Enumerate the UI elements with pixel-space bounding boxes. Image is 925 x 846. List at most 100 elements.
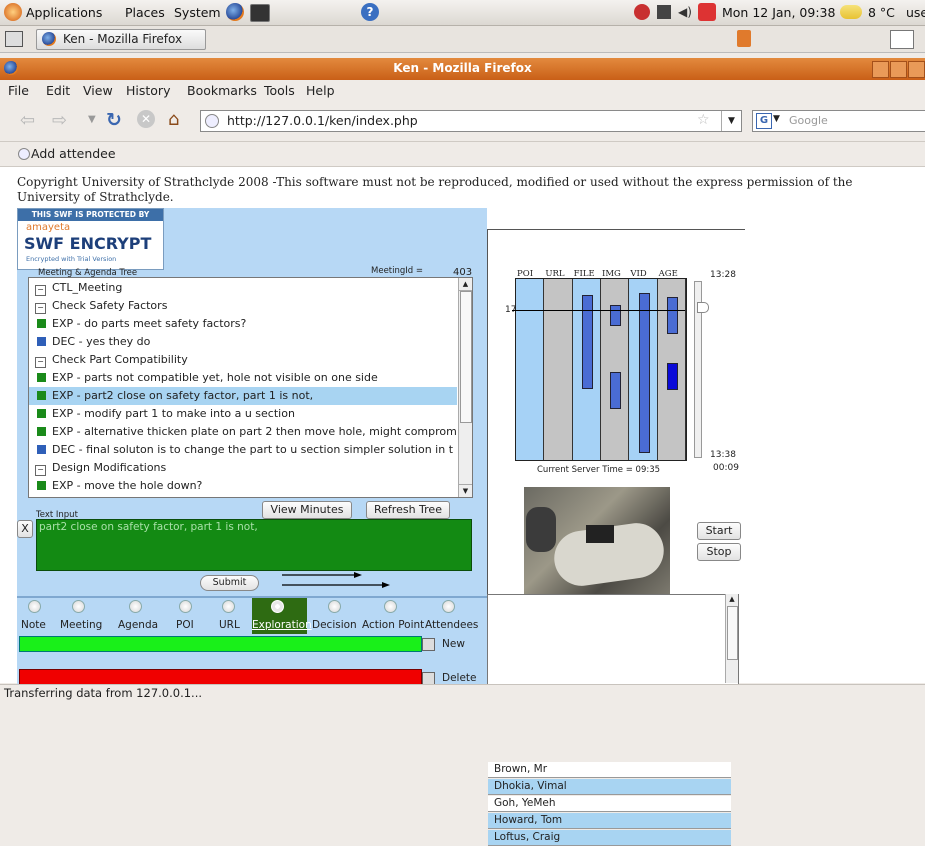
menu-tools[interactable]: Tools [264, 83, 295, 98]
video-start-button[interactable]: Start [697, 522, 741, 540]
menu-applications[interactable]: Applications [26, 5, 102, 20]
bookmark-star-icon[interactable]: ☆ [697, 112, 710, 128]
clear-text-button[interactable]: X [17, 520, 33, 538]
timeline-event-bar[interactable] [666, 363, 678, 390]
url-text[interactable]: http://127.0.0.1/ken/index.php [227, 113, 418, 128]
menu-view[interactable]: View [83, 83, 113, 98]
radio-agenda[interactable] [129, 600, 142, 613]
attendee-row[interactable]: Loftus, Craig [488, 830, 731, 846]
attendees-scrollbar[interactable]: ▲ [725, 594, 738, 683]
delete-bar[interactable] [19, 669, 422, 685]
terminal-launcher-icon[interactable] [250, 4, 270, 22]
gnome-foot-icon[interactable] [4, 3, 22, 21]
tree-group-node[interactable]: − Check Part Compatibility [29, 351, 455, 369]
tree-item-node[interactable]: EXP - do parts meet safety factors? [29, 315, 457, 333]
trash-icon[interactable] [737, 30, 751, 47]
reload-icon[interactable]: ↻ [106, 109, 122, 131]
radio-decision[interactable] [328, 600, 341, 613]
show-desktop-icon[interactable] [5, 31, 23, 47]
menu-bookmarks[interactable]: Bookmarks [187, 83, 257, 98]
collapse-icon[interactable]: − [35, 357, 46, 368]
radio-url[interactable] [222, 600, 235, 613]
timeline-slider-thumb[interactable] [697, 302, 709, 313]
timeline-event-bar[interactable] [666, 297, 678, 334]
url-dropdown-icon[interactable]: ▼ [721, 111, 741, 131]
timeline-chart[interactable] [515, 278, 687, 461]
tree-item-node[interactable]: DEC - yes they do [29, 333, 457, 351]
search-input[interactable]: Google [789, 114, 828, 127]
attendee-row[interactable]: Brown, Mr [488, 762, 731, 778]
menu-file[interactable]: File [8, 83, 29, 98]
power-icon[interactable] [698, 3, 716, 21]
tree-group-node[interactable]: − CTL_Meeting [29, 279, 455, 297]
attendee-row[interactable]: Goh, YeMeh [488, 796, 731, 812]
tree-item-node[interactable]: EXP - move the hole down? [29, 477, 457, 495]
menu-help[interactable]: Help [306, 83, 335, 98]
close-button[interactable] [908, 61, 925, 78]
radio-meeting[interactable] [72, 600, 85, 613]
minimize-button[interactable] [872, 61, 889, 78]
volume-icon[interactable]: ◀) [678, 5, 694, 19]
menu-system[interactable]: System [174, 5, 221, 20]
home-icon[interactable]: ⌂ [168, 109, 179, 130]
maximize-button[interactable] [890, 61, 907, 78]
scroll-thumb[interactable] [460, 291, 472, 423]
tree-item-node[interactable]: EXP - part2 close on safety factor, part… [29, 387, 457, 405]
engine-dropdown-icon[interactable]: ▼ [773, 114, 780, 124]
attendee-row[interactable]: Howard, Tom [488, 813, 731, 829]
menu-history[interactable]: History [126, 83, 170, 98]
new-checkbox[interactable] [422, 638, 435, 651]
tree-group-node[interactable]: − Design Modifications [29, 459, 455, 477]
tree-item-node[interactable]: EXP - alternative thicken plate on part … [29, 423, 457, 441]
scroll-down-arrow[interactable]: ▼ [459, 484, 472, 497]
new-bar[interactable] [19, 636, 422, 652]
stop-icon[interactable]: ✕ [137, 110, 155, 128]
history-dropdown-icon[interactable]: ▼ [88, 114, 96, 125]
tree-scrollbar[interactable]: ▲ ▼ [458, 278, 472, 497]
firefox-launcher-icon[interactable] [226, 3, 244, 21]
update-notifier-icon[interactable] [634, 4, 650, 20]
tree-item-node[interactable]: EXP - modify part 1 to make into a u sec… [29, 405, 457, 423]
collapse-icon[interactable]: − [35, 303, 46, 314]
meeting-agenda-tree[interactable]: − CTL_Meeting − Check Safety Factors EXP - d… [28, 277, 473, 498]
timeline-event-bar[interactable] [610, 305, 622, 326]
radio-attendees[interactable] [442, 600, 455, 613]
bookmark-add-attendee[interactable]: Add attendee [31, 146, 116, 161]
radio-action-point[interactable] [384, 600, 397, 613]
refresh-tree-button[interactable]: Refresh Tree [366, 501, 450, 519]
attendee-row[interactable]: Dhokia, Vimal [488, 779, 731, 795]
radio-poi[interactable] [179, 600, 192, 613]
tree-item-node[interactable]: DEC - final soluton is to change the par… [29, 441, 457, 459]
attendees-list[interactable] [487, 594, 739, 685]
radio-exploration[interactable] [271, 600, 284, 613]
weather-icon[interactable] [840, 5, 862, 19]
google-engine-icon[interactable]: G [756, 113, 772, 129]
menu-places[interactable]: Places [125, 5, 165, 20]
clock[interactable]: Mon 12 Jan, 09:38 [722, 5, 835, 20]
video-stop-button[interactable]: Stop [697, 543, 741, 561]
workspace-icon[interactable] [890, 30, 914, 49]
attendees-scroll-thumb[interactable] [727, 606, 738, 660]
collapse-icon[interactable]: − [35, 465, 46, 476]
collapse-icon[interactable]: − [35, 285, 46, 296]
help-icon[interactable]: ? [361, 3, 379, 21]
user-menu[interactable]: use [906, 5, 925, 20]
url-bar[interactable]: http://127.0.0.1/ken/index.php ☆ ▼ [200, 110, 742, 132]
forward-icon[interactable]: ⇨ [52, 110, 67, 131]
scroll-up-arrow[interactable]: ▲ [459, 278, 472, 291]
text-input-field[interactable]: part2 close on safety factor, part 1 is … [36, 519, 472, 571]
radio-note[interactable] [28, 600, 41, 613]
submit-button[interactable]: Submit [200, 575, 259, 591]
view-minutes-button[interactable]: View Minutes [262, 501, 352, 519]
timeline-event-bar[interactable] [638, 293, 650, 453]
tree-item-node[interactable]: EXP - parts not compatible yet, hole not… [29, 369, 457, 387]
taskbar-window-button[interactable]: Ken - Mozilla Firefox [36, 29, 206, 50]
timeline-event-bar[interactable] [610, 372, 622, 409]
attendees-scroll-up[interactable]: ▲ [726, 594, 738, 605]
network-icon[interactable] [657, 5, 671, 19]
window-titlebar[interactable]: Ken - Mozilla Firefox [0, 58, 925, 80]
menu-edit[interactable]: Edit [46, 83, 70, 98]
tree-group-node[interactable]: − Check Safety Factors [29, 297, 455, 315]
back-icon[interactable]: ⇦ [20, 110, 35, 131]
text-input-value[interactable]: part2 close on safety factor, part 1 is … [39, 521, 258, 533]
